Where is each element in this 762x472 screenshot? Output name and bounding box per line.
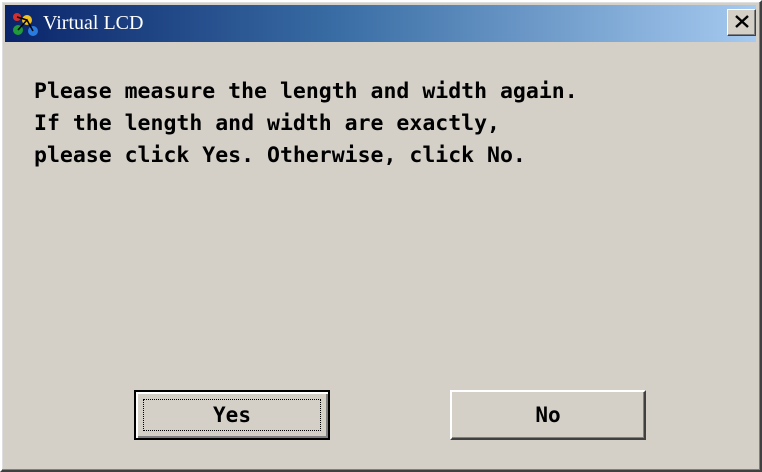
virtual-lcd-app-icon [11, 10, 39, 38]
close-button[interactable] [727, 9, 756, 36]
focus-indicator [143, 399, 321, 431]
dialog-message: Please measure the length and width agai… [34, 76, 578, 172]
title-bar[interactable]: Virtual LCD [5, 5, 756, 42]
virtual-lcd-dialog: Virtual LCD Please measure the length an… [0, 0, 762, 472]
close-x-icon [734, 13, 749, 32]
message-line-3: please click Yes. Otherwise, click No. [34, 143, 526, 168]
message-line-2: If the length and width are exactly, [34, 111, 500, 136]
window-title: Virtual LCD [43, 12, 144, 34]
no-button-label: No [535, 403, 561, 427]
no-button[interactable]: No [450, 390, 646, 440]
yes-button[interactable]: Yes [134, 390, 330, 440]
message-line-1: Please measure the length and width agai… [34, 79, 578, 104]
